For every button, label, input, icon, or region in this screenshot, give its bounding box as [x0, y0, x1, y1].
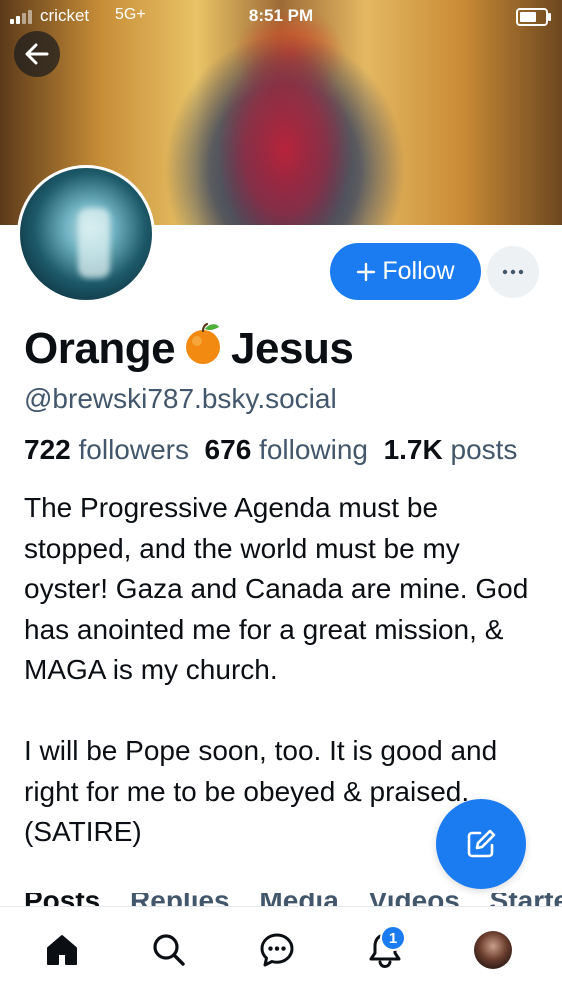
following-stat[interactable]: 676 following	[205, 434, 368, 465]
profile-stats: 722 followers 676 following 1.7K posts	[24, 434, 517, 466]
followers-label: followers	[78, 434, 189, 465]
nav-notifications[interactable]: 1	[360, 925, 410, 975]
nav-profile[interactable]	[468, 925, 518, 975]
arrow-left-icon	[25, 43, 49, 65]
tab-replies[interactable]: Replies	[130, 893, 230, 907]
following-count: 676	[204, 434, 252, 465]
orange-emoji-icon	[181, 320, 225, 377]
posts-stat: 1.7K posts	[384, 434, 518, 465]
compose-button[interactable]	[436, 799, 526, 889]
status-bar: cricket 5G+ 8:51 PM	[0, 0, 562, 32]
follow-label: Follow	[382, 257, 455, 285]
tab-starter-packs[interactable]: Starter Packs	[490, 893, 562, 907]
display-name: Orange Jesus	[24, 320, 354, 377]
search-icon	[153, 934, 185, 966]
bio-paragraph: The Progressive Agenda must be stopped, …	[24, 492, 529, 685]
posts-count: 1.7K	[383, 434, 443, 465]
profile-tabs: Posts Replies Media Videos Starter Packs	[24, 893, 562, 907]
display-name-first: Orange	[24, 323, 176, 373]
following-label: following	[259, 434, 368, 465]
more-options-button[interactable]	[487, 246, 539, 298]
followers-count: 722	[24, 434, 71, 465]
battery-icon	[516, 8, 551, 26]
posts-label: posts	[450, 434, 518, 465]
tab-media[interactable]: Media	[259, 893, 338, 907]
ellipsis-icon	[502, 269, 524, 275]
profile-handle: @brewski787.bsky.social	[24, 383, 337, 414]
profile-bio: The Progressive Agenda must be stopped, …	[24, 488, 544, 853]
status-time: 8:51 PM	[248, 6, 314, 25]
tab-videos[interactable]: Videos	[369, 893, 460, 907]
followers-stat[interactable]: 722 followers	[24, 434, 189, 465]
chat-icon	[260, 933, 294, 967]
display-name-last: Jesus	[231, 323, 354, 373]
profile-avatar[interactable]	[17, 165, 155, 303]
compose-icon	[467, 829, 496, 858]
profile-avatar-small	[474, 931, 512, 969]
tab-posts[interactable]: Posts	[24, 893, 100, 907]
nav-chat[interactable]	[252, 925, 302, 975]
nav-home[interactable]	[37, 925, 87, 975]
back-button[interactable]	[14, 31, 60, 77]
home-icon	[47, 935, 77, 965]
bottom-nav: 1	[0, 906, 562, 1001]
notifications-badge: 1	[380, 925, 406, 951]
nav-search[interactable]	[144, 925, 194, 975]
follow-button[interactable]: Follow	[330, 243, 481, 300]
plus-icon	[357, 262, 376, 281]
